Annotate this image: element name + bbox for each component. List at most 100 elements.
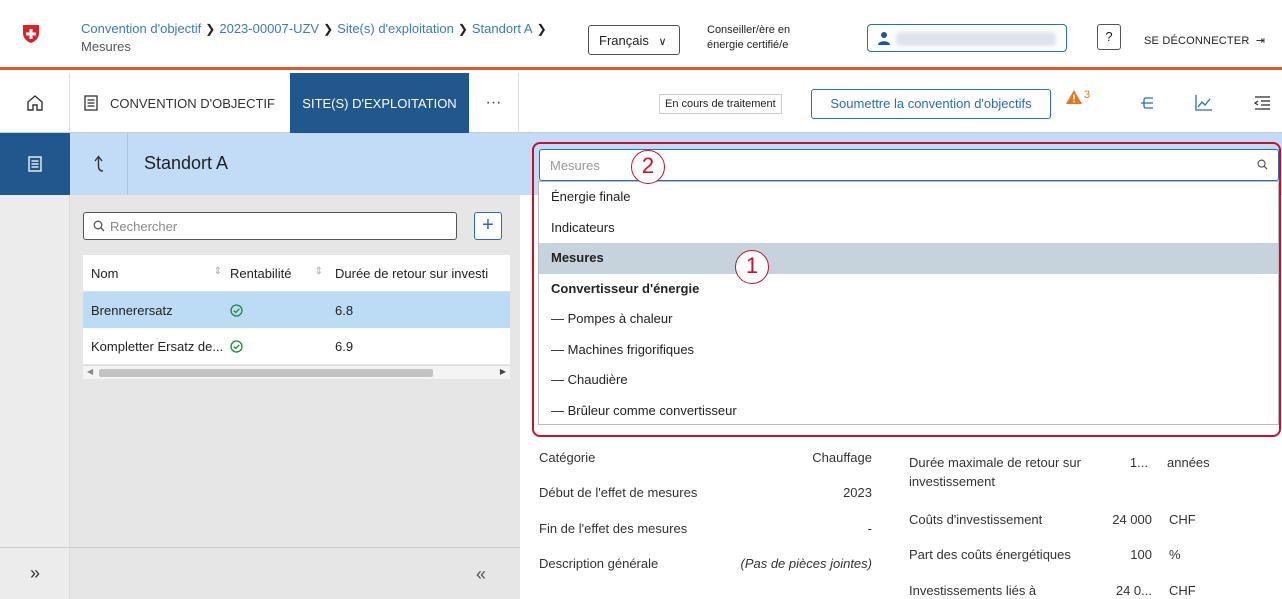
- warning-icon: [1066, 90, 1082, 104]
- couts-value: 24 000: [1112, 512, 1152, 527]
- description-label: Description générale: [539, 556, 659, 571]
- breadcrumb-convention-id[interactable]: 2023-00007-UZV: [219, 21, 319, 36]
- more-menu-button[interactable]: ···: [469, 73, 519, 133]
- check-circle-icon: [230, 339, 243, 353]
- sort-icon: ⇕: [314, 265, 323, 277]
- user-name-redacted: [896, 32, 1056, 46]
- horizontal-scrollbar[interactable]: ◀ ▶: [83, 365, 510, 379]
- swiss-shield-icon[interactable]: [22, 24, 40, 44]
- scroll-right-icon[interactable]: ▶: [500, 367, 506, 376]
- chevron-right-icon: ❯: [536, 22, 547, 36]
- chevron-right-icon: ❯: [205, 22, 216, 36]
- user-account-select[interactable]: [867, 24, 1067, 52]
- breadcrumb-standort[interactable]: Standort A: [472, 21, 533, 36]
- submit-convention-button[interactable]: Soumettre la convention d'objectifs: [811, 89, 1051, 119]
- couts-unit: CHF: [1169, 512, 1196, 527]
- document-icon: [84, 95, 98, 111]
- breadcrumb-convention[interactable]: Convention d'objectif: [81, 21, 201, 36]
- help-button[interactable]: ?: [1097, 24, 1121, 50]
- breadcrumb-sites[interactable]: Site(s) d'exploitation: [337, 21, 454, 36]
- part-unit: %: [1169, 547, 1181, 562]
- table-row[interactable]: Kompletter Ersatz de... 6.9: [83, 328, 510, 364]
- language-select[interactable]: Français ∨: [588, 25, 680, 55]
- scrollbar-thumb[interactable]: [99, 369, 433, 377]
- row-name: Kompletter Ersatz de...: [91, 338, 224, 354]
- document-icon: [28, 156, 42, 172]
- duree-max-label-2: investissement: [909, 474, 995, 489]
- measures-table: Nom ⇕ Rentabilité ⇕ Durée de retour sur …: [83, 255, 510, 364]
- column-name-label: Nom: [91, 265, 119, 281]
- fin-value: -: [867, 521, 872, 536]
- fin-label: Fin de l'effet des mesures: [539, 521, 688, 536]
- main-navbar: CONVENTION D'OBJECTIF SITE(S) D'EXPLOITA…: [0, 73, 1282, 133]
- column-header-rentabilite[interactable]: Rentabilité ⇕: [230, 266, 329, 281]
- callout-2: 2: [631, 150, 665, 184]
- scroll-left-icon[interactable]: ◀: [87, 367, 93, 376]
- warnings-button[interactable]: 3: [1065, 89, 1090, 115]
- left-rail: »: [0, 133, 70, 599]
- add-measure-button[interactable]: +: [474, 212, 502, 240]
- user-icon: [878, 32, 890, 45]
- details-panel: Mesures Énergie finale Indicateurs Mesur…: [520, 133, 1282, 599]
- check-circle-icon: [230, 303, 243, 317]
- collapse-panel-button[interactable]: «: [476, 564, 486, 585]
- home-icon: [26, 95, 43, 111]
- home-button[interactable]: [0, 73, 70, 133]
- rail-item-sites[interactable]: [0, 133, 70, 195]
- table-row[interactable]: Brennerersatz 6.8: [83, 292, 510, 328]
- back-button[interactable]: [70, 133, 128, 195]
- site-panel-footer: «: [70, 547, 520, 599]
- tree-structure-icon[interactable]: [1135, 91, 1159, 115]
- measures-search-input[interactable]: Rechercher: [83, 212, 457, 240]
- tab-sites[interactable]: SITE(S) D'EXPLOITATION: [290, 73, 469, 133]
- chevron-right-icon: ❯: [457, 22, 468, 36]
- duree-max-label-1: Durée maximale de retour sur: [909, 455, 1081, 470]
- categorie-value: Chauffage: [812, 450, 872, 465]
- site-title: Standort A: [144, 153, 229, 173]
- column-header-duree[interactable]: Durée de retour sur investi: [329, 266, 510, 281]
- chevron-right-icon: ❯: [323, 22, 334, 36]
- table-header-row: Nom ⇕ Rentabilité ⇕ Durée de retour sur …: [83, 255, 510, 292]
- column-duree-label: Durée de retour sur investi: [335, 265, 489, 281]
- couts-label: Coûts d'investissement: [909, 512, 1043, 527]
- row-duree: 6.8: [335, 302, 354, 318]
- site-panel-header: Standort A: [70, 133, 520, 195]
- invest-value: 24 0...: [1115, 583, 1152, 598]
- tab-convention[interactable]: CONVENTION D'OBJECTIF: [70, 73, 290, 133]
- description-value: (Pas de pièces jointes): [740, 556, 872, 571]
- app-header: Convention d'objectif ❯ 2023-00007-UZV ❯ Sit…: [0, 0, 1282, 70]
- row-name: Brennerersatz: [91, 302, 173, 318]
- part-value: 100: [1130, 547, 1152, 562]
- warning-count: 3: [1084, 89, 1091, 101]
- measure-details: Catégorie Chauffage Début de l'effet de …: [520, 133, 1282, 599]
- debut-value: 2023: [843, 485, 872, 500]
- sort-icon: ⇕: [213, 265, 222, 277]
- part-label: Part des coûts énergétiques: [909, 547, 1071, 562]
- column-rentabilite-label: Rentabilité: [230, 265, 292, 281]
- language-label: Français: [599, 33, 649, 48]
- column-header-name[interactable]: Nom ⇕: [83, 266, 230, 281]
- user-role: Conseiller/ère en énergie certifié/e: [707, 23, 847, 53]
- invest-label: Investissements liés à: [909, 583, 1037, 598]
- double-chevron-right-icon: »: [29, 563, 40, 583]
- breadcrumb-current: Mesures: [81, 39, 131, 54]
- row-duree: 6.9: [335, 338, 354, 354]
- line-chart-icon[interactable]: [1192, 91, 1216, 115]
- breadcrumb: Convention d'objectif ❯ 2023-00007-UZV ❯ Sit…: [81, 20, 581, 56]
- debut-label: Début de l'effet de mesures: [539, 485, 698, 500]
- collapse-list-icon[interactable]: [1250, 91, 1274, 115]
- duree-max-unit: années: [1167, 455, 1210, 470]
- logout-icon: ⇥: [1255, 35, 1266, 47]
- categorie-label: Catégorie: [539, 450, 596, 465]
- site-panel: Standort A Rechercher + Nom ⇕ Rentabilit…: [70, 133, 520, 599]
- role-line-2: énergie certifié/e: [707, 39, 789, 51]
- callout-1: 1: [735, 250, 769, 284]
- tab-convention-label: CONVENTION D'OBJECTIF: [110, 95, 275, 111]
- role-line-1: Conseiller/ère en: [707, 24, 791, 36]
- search-placeholder: Rechercher: [110, 218, 178, 234]
- chevron-down-icon: ∨: [658, 36, 667, 48]
- search-icon: [93, 220, 105, 232]
- logout-button[interactable]: SE DÉCONNECTER ⇥: [1144, 34, 1265, 47]
- back-arrow-icon: [93, 155, 103, 172]
- expand-sidebar-button[interactable]: »: [0, 547, 70, 599]
